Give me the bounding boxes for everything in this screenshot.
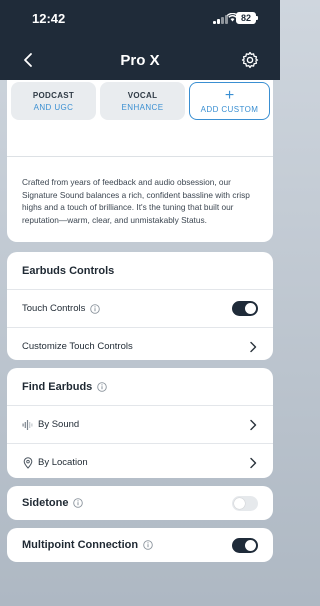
sound-wave-icon xyxy=(22,419,33,430)
section-title-wrap: Find Earbuds xyxy=(7,368,273,405)
find-earbuds-card: Find Earbuds By Sound By Location xyxy=(7,368,273,478)
status-time: 12:42 xyxy=(32,11,66,26)
customize-touch-controls-row[interactable]: Customize Touch Controls xyxy=(7,327,273,365)
info-icon[interactable] xyxy=(97,381,108,392)
sidetone-toggle[interactable] xyxy=(232,495,258,511)
chevron-right-icon xyxy=(250,419,257,430)
touch-controls-label: Touch Controls xyxy=(22,303,86,314)
multipoint-toggle[interactable] xyxy=(232,537,258,553)
page-title: Pro X xyxy=(120,52,160,69)
touch-controls-toggle[interactable] xyxy=(232,301,258,316)
sound-description: Crafted from years of feedback and audio… xyxy=(22,177,250,225)
find-by-location-row[interactable]: By Location xyxy=(7,443,273,481)
preset-title: PODCAST xyxy=(32,90,75,100)
divider xyxy=(7,156,273,157)
add-custom-button[interactable]: + ADD CUSTOM xyxy=(189,82,270,120)
section-title: Find Earbuds xyxy=(22,380,93,393)
sound-presets-card: PODCAST AND UGC VOCAL ENHANCE + ADD CUST… xyxy=(7,80,273,242)
multipoint-card: Multipoint Connection xyxy=(7,528,273,562)
by-sound-label-wrap: By Sound xyxy=(22,419,248,431)
earbuds-controls-card: Earbuds Controls Touch Controls Customiz… xyxy=(7,252,273,360)
preset-podcast-chip[interactable]: PODCAST AND UGC xyxy=(11,82,96,120)
settings-gear-icon[interactable] xyxy=(240,50,260,70)
preset-vocal-chip[interactable]: VOCAL ENHANCE xyxy=(100,82,185,120)
by-sound-label: By Sound xyxy=(38,419,80,430)
by-location-label-wrap: By Location xyxy=(22,456,248,469)
plus-icon: + xyxy=(224,86,235,104)
status-bar: 12:42 82 xyxy=(0,0,280,38)
chevron-right-icon xyxy=(250,457,257,468)
sidetone-label: Sidetone xyxy=(22,497,69,509)
app-header: 12:42 82 Pro X xyxy=(0,0,280,80)
preset-subtitle: AND UGC xyxy=(33,102,74,112)
signal-icon xyxy=(213,15,228,24)
info-icon[interactable] xyxy=(143,540,153,550)
multipoint-row: Multipoint Connection xyxy=(7,528,273,562)
preset-title: VOCAL xyxy=(127,90,158,100)
multipoint-label: Multipoint Connection xyxy=(22,539,139,551)
section-title: Earbuds Controls xyxy=(22,264,115,277)
add-custom-label: ADD CUSTOM xyxy=(200,104,259,114)
sidetone-card: Sidetone xyxy=(7,486,273,520)
sidetone-row: Sidetone xyxy=(7,486,273,520)
preset-subtitle: ENHANCE xyxy=(121,102,164,112)
customize-touch-controls-label: Customize Touch Controls xyxy=(22,341,133,352)
touch-controls-label-wrap: Touch Controls xyxy=(22,303,232,314)
find-by-sound-row[interactable]: By Sound xyxy=(7,405,273,443)
location-pin-icon xyxy=(23,456,33,469)
multipoint-label-wrap: Multipoint Connection xyxy=(22,539,232,551)
info-icon[interactable] xyxy=(90,303,101,314)
info-icon[interactable] xyxy=(73,498,84,508)
preset-chip-row: PODCAST AND UGC VOCAL ENHANCE + ADD CUST… xyxy=(11,82,270,120)
chevron-right-icon xyxy=(250,341,257,352)
battery-icon: 82 xyxy=(236,12,258,24)
sidetone-label-wrap: Sidetone xyxy=(22,497,232,509)
by-location-label: By Location xyxy=(38,457,88,468)
touch-controls-row: Touch Controls xyxy=(7,289,273,327)
